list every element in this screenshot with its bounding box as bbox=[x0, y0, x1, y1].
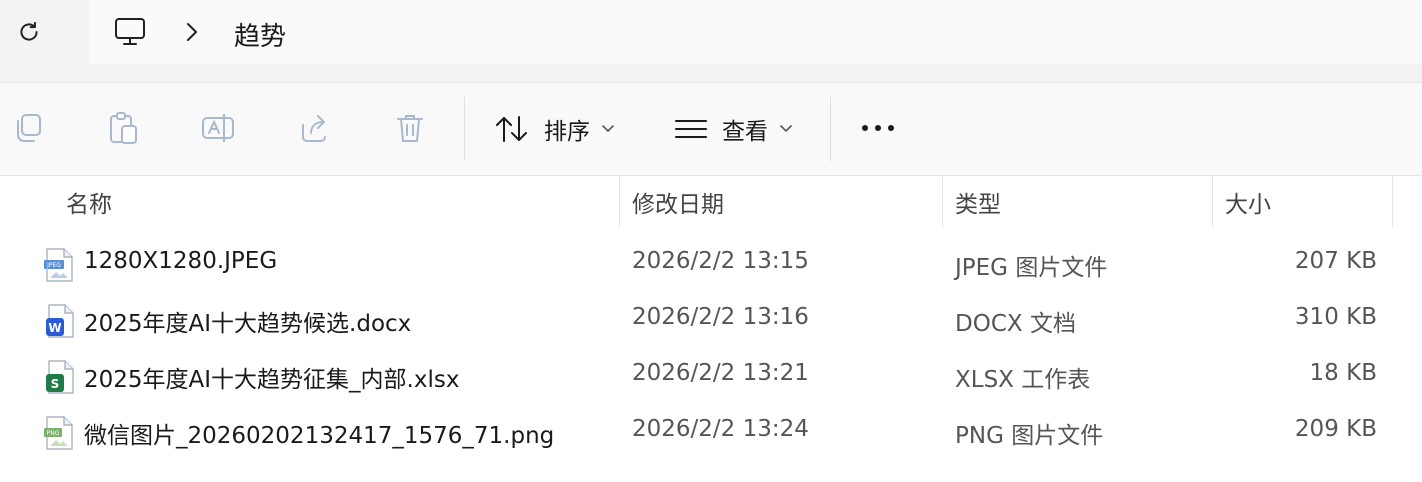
toolbar-separator bbox=[464, 97, 465, 161]
file-size: 18 KB bbox=[1309, 360, 1377, 386]
column-divider[interactable] bbox=[942, 176, 943, 228]
file-type: XLSX 工作表 bbox=[955, 367, 1091, 393]
chevron-down-icon bbox=[602, 125, 614, 133]
view-list-icon bbox=[675, 120, 707, 138]
paste-icon bbox=[110, 112, 137, 144]
file-date: 2026/2/2 13:21 bbox=[632, 360, 809, 386]
chevron-right-icon bbox=[187, 23, 197, 41]
png-file-icon: PNG bbox=[44, 416, 73, 450]
file-date: 2026/2/2 13:16 bbox=[632, 304, 809, 330]
sort-button[interactable]: 排序 bbox=[494, 101, 614, 157]
column-header-row: 名称 修改日期 类型 大小 bbox=[0, 176, 1422, 228]
refresh-button[interactable] bbox=[10, 13, 48, 51]
svg-text:S: S bbox=[51, 377, 60, 391]
file-size: 209 KB bbox=[1294, 416, 1377, 442]
trash-icon bbox=[397, 115, 423, 142]
view-button[interactable]: 查看 bbox=[674, 101, 792, 157]
file-name[interactable]: 微信图片_20260202132417_1576_71.png bbox=[84, 416, 554, 450]
file-row[interactable]: PNG 微信图片_20260202132417_1576_71.png 2026… bbox=[0, 404, 1422, 460]
svg-text:W: W bbox=[48, 321, 61, 335]
delete-button[interactable] bbox=[388, 106, 432, 150]
view-label: 查看 bbox=[722, 119, 768, 145]
column-divider[interactable] bbox=[619, 176, 620, 228]
paste-button[interactable] bbox=[101, 106, 145, 150]
address-bar[interactable]: 趋势 bbox=[90, 0, 1422, 64]
file-name[interactable]: 2025年度AI十大趋势征集_内部.xlsx bbox=[84, 360, 459, 394]
file-row[interactable]: S 2025年度AI十大趋势征集_内部.xlsx 2026/2/2 13:21 … bbox=[0, 348, 1422, 404]
monitor-icon bbox=[115, 18, 145, 45]
file-type: JPEG 图片文件 bbox=[955, 255, 1108, 281]
share-icon bbox=[302, 115, 326, 142]
sort-label: 排序 bbox=[544, 119, 590, 145]
excel-file-icon: S bbox=[46, 360, 74, 394]
breadcrumb-current-folder[interactable]: 趋势 bbox=[234, 16, 286, 53]
copy-button[interactable] bbox=[6, 106, 50, 150]
toolbar-separator bbox=[830, 97, 831, 161]
file-name[interactable]: 2025年度AI十大趋势候选.docx bbox=[84, 304, 411, 338]
jpeg-file-icon: JPEG bbox=[44, 248, 73, 282]
breadcrumb-separator[interactable] bbox=[182, 18, 202, 46]
more-dots-icon bbox=[862, 125, 894, 131]
share-button[interactable] bbox=[292, 106, 336, 150]
sort-arrows-icon bbox=[496, 116, 527, 142]
file-name[interactable]: 1280X1280.JPEG bbox=[84, 248, 277, 274]
file-size: 207 KB bbox=[1294, 248, 1377, 274]
column-header-type[interactable]: 类型 bbox=[955, 176, 1001, 228]
svg-text:JPEG: JPEG bbox=[46, 262, 61, 269]
column-header-size[interactable]: 大小 bbox=[1225, 176, 1271, 228]
file-size: 310 KB bbox=[1294, 304, 1377, 330]
column-divider[interactable] bbox=[1392, 176, 1393, 228]
file-type: DOCX 文档 bbox=[955, 311, 1076, 337]
column-divider[interactable] bbox=[1212, 176, 1213, 228]
file-row[interactable]: W 2025年度AI十大趋势候选.docx 2026/2/2 13:16 DOC… bbox=[0, 292, 1422, 348]
rename-button[interactable] bbox=[196, 106, 240, 150]
file-row[interactable]: JPEG 1280X1280.JPEG 2026/2/2 13:15 JPEG … bbox=[0, 236, 1422, 292]
file-date: 2026/2/2 13:15 bbox=[632, 248, 809, 274]
address-bar-area: 趋势 bbox=[0, 0, 1422, 83]
column-header-date[interactable]: 修改日期 bbox=[632, 176, 724, 228]
refresh-icon bbox=[20, 21, 38, 41]
this-pc-button[interactable] bbox=[112, 14, 148, 50]
command-bar: 排序 查看 bbox=[0, 83, 1422, 176]
svg-text:PNG: PNG bbox=[47, 430, 60, 437]
more-options-button[interactable] bbox=[856, 106, 900, 150]
column-header-name[interactable]: 名称 bbox=[66, 176, 112, 228]
file-date: 2026/2/2 13:24 bbox=[632, 416, 809, 442]
word-file-icon: W bbox=[46, 304, 74, 338]
chevron-down-icon bbox=[780, 125, 792, 133]
rename-icon bbox=[202, 114, 234, 142]
file-type: PNG 图片文件 bbox=[955, 423, 1104, 449]
copy-icon bbox=[17, 114, 41, 142]
